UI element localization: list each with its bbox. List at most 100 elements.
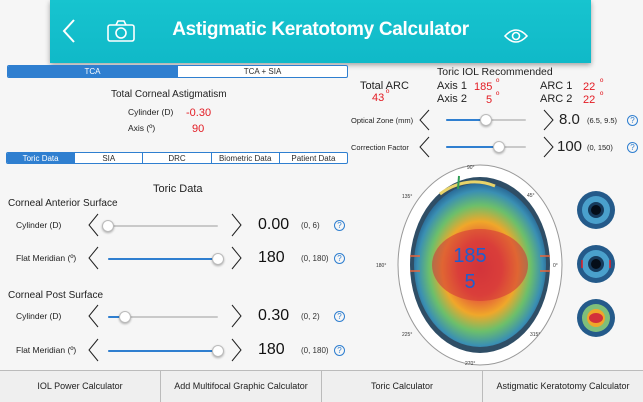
tab-astigmatic-keratotomy-calculator[interactable]: Astigmatic Keratotomy Calculator bbox=[482, 371, 643, 402]
eye-icon[interactable] bbox=[504, 28, 528, 44]
eye-thumbnail-3[interactable] bbox=[576, 298, 616, 338]
toric-iol-title: Toric IOL Recommended bbox=[437, 66, 553, 78]
map-value-top: 185 bbox=[453, 245, 486, 267]
chevron-right-icon[interactable] bbox=[543, 136, 554, 158]
axis1-deg: º bbox=[496, 77, 500, 87]
chevron-left-icon[interactable] bbox=[88, 246, 99, 270]
axis2-deg: º bbox=[496, 90, 500, 100]
degree-180: 180° bbox=[376, 263, 387, 269]
correction-factor-range: (0, 150) bbox=[587, 143, 613, 152]
chevron-right-icon[interactable] bbox=[231, 304, 242, 328]
tca-title: Total Corneal Astigmatism bbox=[111, 89, 227, 100]
tab-biometric-data[interactable]: Biometric Data bbox=[210, 153, 279, 163]
anterior-flat-meridian-label: Flat Meridian (º) bbox=[16, 253, 77, 263]
bottom-tab-bar: IOL Power Calculator Add Multifocal Grap… bbox=[0, 370, 643, 402]
anterior-flat-meridian-help-icon[interactable]: ? bbox=[334, 253, 345, 264]
tab-multifocal-graphic-calculator[interactable]: Add Multifocal Graphic Calculator bbox=[160, 371, 321, 402]
anterior-flat-meridian-slider[interactable] bbox=[108, 253, 224, 265]
optical-zone-range: (6.5, 9.5) bbox=[587, 116, 618, 125]
tca-mode-segment: TCA TCA + SIA bbox=[7, 65, 348, 78]
correction-factor-slider[interactable] bbox=[446, 141, 526, 153]
degree-90: 90° bbox=[467, 165, 475, 171]
posterior-flat-meridian-label: Flat Meridian (º) bbox=[16, 345, 77, 355]
posterior-flat-meridian-range: (0, 180) bbox=[301, 346, 329, 355]
anterior-cylinder-value: 0.00 bbox=[258, 216, 290, 233]
degree-315: 315° bbox=[530, 332, 541, 338]
arc1-value: 22 bbox=[583, 81, 596, 93]
correction-factor-value: 100 bbox=[557, 138, 583, 155]
axis1-value: 185 bbox=[474, 81, 493, 93]
chevron-left-icon[interactable] bbox=[419, 109, 430, 131]
chevron-right-icon[interactable] bbox=[231, 338, 242, 362]
anterior-flat-meridian-knob[interactable] bbox=[212, 253, 224, 265]
tca-axis-value: 90 bbox=[192, 123, 205, 135]
posterior-cylinder-help-icon[interactable]: ? bbox=[334, 311, 345, 322]
optical-zone-label: Optical Zone (mm) bbox=[351, 116, 414, 125]
optical-zone-help-icon[interactable]: ? bbox=[627, 115, 638, 126]
axis2-value: 5 bbox=[486, 94, 493, 106]
anterior-flat-meridian-value: 180 bbox=[258, 249, 285, 266]
optical-zone-knob[interactable] bbox=[480, 114, 492, 126]
degree-0: 0° bbox=[553, 263, 558, 269]
chevron-left-icon[interactable] bbox=[88, 304, 99, 328]
eye-thumbnail-2[interactable] bbox=[576, 244, 616, 284]
chevron-left-icon[interactable] bbox=[88, 338, 99, 362]
anterior-cylinder-slider[interactable] bbox=[102, 220, 218, 232]
posterior-flat-meridian-slider[interactable] bbox=[108, 345, 224, 357]
chevron-left-icon[interactable] bbox=[88, 213, 99, 237]
posterior-surface-title: Corneal Post Surface bbox=[8, 290, 104, 301]
total-arc-value: 43 bbox=[372, 92, 385, 104]
correction-factor-help-icon[interactable]: ? bbox=[627, 142, 638, 153]
chevron-right-icon[interactable] bbox=[543, 109, 554, 131]
degree-135: 135° bbox=[402, 194, 413, 200]
arc2-value: 22 bbox=[583, 94, 596, 106]
degree-225: 225° bbox=[402, 332, 413, 338]
anterior-cylinder-knob[interactable] bbox=[102, 220, 114, 232]
chevron-right-icon[interactable] bbox=[231, 246, 242, 270]
posterior-cylinder-value: 0.30 bbox=[258, 307, 290, 324]
total-arc-deg: º bbox=[386, 88, 390, 98]
optical-zone-value: 8.0 bbox=[559, 111, 580, 128]
axis1-label: Axis 1 bbox=[437, 80, 467, 92]
arc2-deg: º bbox=[600, 90, 604, 100]
axis2-label: Axis 2 bbox=[437, 93, 467, 105]
tab-iol-power-calculator[interactable]: IOL Power Calculator bbox=[0, 371, 160, 402]
correction-factor-knob[interactable] bbox=[493, 141, 506, 153]
posterior-flat-meridian-value: 180 bbox=[258, 341, 285, 358]
anterior-cylinder-range: (0, 6) bbox=[301, 221, 320, 230]
anterior-flat-meridian-fill bbox=[108, 258, 218, 260]
tab-toric-data[interactable]: Toric Data bbox=[7, 153, 75, 163]
posterior-flat-meridian-help-icon[interactable]: ? bbox=[334, 345, 345, 356]
anterior-cylinder-label: Cylinder (D) bbox=[16, 220, 62, 230]
posterior-cylinder-range: (0, 2) bbox=[301, 312, 320, 321]
data-tabs: Toric Data SIA DRC Biometric Data Patien… bbox=[6, 152, 348, 164]
tca-cylinder-value: -0.30 bbox=[186, 107, 212, 119]
total-arc-label: Total ARC bbox=[360, 80, 409, 92]
toric-data-title: Toric Data bbox=[153, 183, 203, 195]
tab-patient-data[interactable]: Patient Data bbox=[278, 153, 347, 163]
tca-cylinder-label: Cylinder (D) bbox=[128, 107, 174, 117]
posterior-cylinder-knob[interactable] bbox=[118, 311, 131, 323]
tab-tca[interactable]: TCA bbox=[8, 66, 177, 77]
arc1-deg: º bbox=[600, 77, 604, 87]
posterior-flat-meridian-knob[interactable] bbox=[212, 345, 224, 357]
posterior-cylinder-label: Cylinder (D) bbox=[16, 311, 62, 321]
chevron-left-icon[interactable] bbox=[419, 136, 430, 158]
map-value-bottom: 5 bbox=[464, 271, 475, 293]
correction-factor-label: Correction Factor bbox=[351, 143, 409, 152]
tab-tca-sia[interactable]: TCA + SIA bbox=[177, 66, 347, 77]
degree-45: 45° bbox=[527, 193, 535, 199]
arc1-label: ARC 1 bbox=[540, 80, 573, 92]
posterior-cylinder-slider[interactable] bbox=[108, 311, 218, 323]
anterior-cylinder-help-icon[interactable]: ? bbox=[334, 220, 345, 231]
tab-drc[interactable]: DRC bbox=[142, 153, 210, 163]
correction-factor-fill bbox=[446, 146, 500, 148]
tca-axis-label: Axis (º) bbox=[128, 123, 156, 133]
tab-sia[interactable]: SIA bbox=[74, 153, 142, 163]
eye-thumbnail-1[interactable] bbox=[576, 190, 616, 230]
posterior-flat-meridian-fill bbox=[108, 350, 218, 352]
tab-toric-calculator[interactable]: Toric Calculator bbox=[321, 371, 482, 402]
chevron-right-icon[interactable] bbox=[231, 213, 242, 237]
optical-zone-slider[interactable] bbox=[446, 114, 526, 126]
header-bar: Astigmatic Keratotomy Calculator bbox=[50, 0, 591, 63]
